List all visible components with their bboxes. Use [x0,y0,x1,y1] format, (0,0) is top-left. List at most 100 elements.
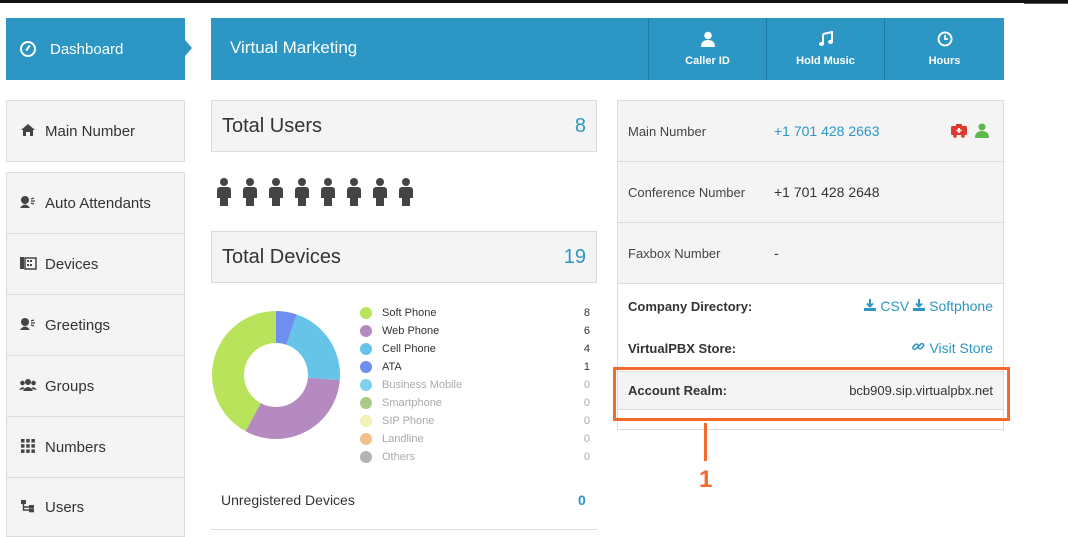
top-border [0,0,1068,3]
main-number-label: Main Number [628,123,707,139]
directory-links: CSV Softphone [864,298,993,314]
sidebar-item-label: Main Number [45,122,136,140]
sidebar-item-label: Greetings [45,316,111,334]
legend-count: 0 [583,415,590,427]
total-users-label: Total Users [222,115,323,137]
sidebar-item-greetings[interactable]: Greetings [6,294,185,356]
hours-button[interactable]: Hours [884,18,1004,80]
legend-item: Landline 0 [360,430,590,448]
sidebar-item-dashboard[interactable]: Dashboard [6,18,185,80]
person-icon [240,178,266,206]
group-icon [17,378,39,395]
callout-highlight-box [613,367,1010,421]
callout-number: 1 [699,466,713,493]
sidebar-item-label: Groups [45,377,95,395]
legend-item: ATA 1 [360,358,590,376]
sidebar-item-groups[interactable]: Groups [6,355,185,417]
legend-label: Soft Phone [382,307,437,319]
sidebar-item-label: Numbers [45,438,106,456]
faxbox-number-row: Faxbox Number - [618,223,1003,284]
person-icon [370,178,396,206]
legend-label: Web Phone [382,325,440,337]
visit-store-link[interactable]: Visit Store [929,340,993,356]
sidebar-item-label: Dashboard [50,40,124,58]
devices-legend: Soft Phone 8 Web Phone 6 Cell Phone 4 ATA 1 Busi… [360,304,590,466]
legend-count: 6 [583,325,590,337]
person-icon [344,178,370,206]
caller-id-button[interactable]: Caller ID [648,18,766,80]
sidebar-item-label: Devices [45,255,99,273]
legend-item: Smartphone 0 [360,394,590,412]
legend-count: 0 [583,433,590,445]
store-label: VirtualPBX Store: [628,340,737,356]
person-icon [292,178,318,206]
legend-item: Business Mobile 0 [360,376,590,394]
legend-count: 1 [583,361,590,373]
hold-music-label: Hold Music [796,55,855,67]
total-users-count: 8 [574,115,586,137]
legend-item: Web Phone 6 [360,322,590,340]
legend-count: 0 [583,397,590,409]
company-directory-row: Company Directory: CSV Softphone [618,288,1003,324]
csv-link[interactable]: CSV [880,298,909,314]
sidebar-item-numbers[interactable]: Numbers [6,416,185,478]
download-icon [913,298,926,314]
legend-label: Landline [382,433,424,445]
user-icon[interactable] [975,123,989,138]
hold-music-button[interactable]: Hold Music [766,18,884,80]
legend-item: Others 0 [360,448,590,466]
sidebar-item-devices[interactable]: Devices [6,233,185,295]
legend-swatch [360,451,372,463]
softphone-link[interactable]: Softphone [929,298,993,314]
main-number-link[interactable]: +1 701 428 2663 [774,123,880,139]
total-devices-label: Total Devices [222,246,341,268]
sidebar-item-auto-attendants[interactable]: Auto Attendants [6,172,185,234]
sidebar-item-label: Auto Attendants [45,194,151,212]
devices-donut-chart [211,311,340,439]
unregistered-devices-label: Unregistered Devices [221,492,355,508]
sidebar-item-main-number[interactable]: Main Number [6,100,185,162]
top-border-edge [1024,3,1068,4]
legend-label: Others [382,451,416,463]
main-number-row: Main Number +1 701 428 2663 [618,101,1003,162]
hours-label: Hours [928,55,961,67]
unregistered-devices-count[interactable]: 0 [578,492,586,508]
sidebar-item-users[interactable]: Users [6,477,185,537]
legend-count: 0 [583,451,590,463]
speaker-person-icon [17,195,39,212]
main-number-icons [950,123,989,138]
company-directory-label: Company Directory: [628,298,753,314]
legend-label: Cell Phone [382,343,436,355]
sitemap-icon [17,499,39,516]
conference-number-label: Conference Number [628,184,746,200]
legend-swatch [360,379,372,391]
legend-swatch [360,397,372,409]
total-users-panel: Total Users 8 [211,100,597,152]
users-figure-row [214,178,422,206]
callout-pointer-line [704,423,707,461]
dashboard-icon [20,41,36,57]
legend-label: Smartphone [382,397,442,409]
clock-icon [937,31,953,49]
donut-slice-web-phone [245,377,340,439]
link-icon [912,340,925,356]
legend-swatch [360,361,372,373]
conference-number-row: Conference Number +1 701 428 2648 [618,162,1003,223]
page-header: Virtual Marketing Caller ID Hold Music H… [211,18,1004,80]
conference-number-value: +1 701 428 2648 [774,184,880,200]
divider [211,529,597,530]
ambulance-icon[interactable] [950,123,968,138]
person-icon [214,178,240,206]
legend-swatch [360,307,372,319]
user-icon [700,31,716,49]
legend-swatch [360,325,372,337]
legend-count: 8 [583,307,590,319]
speaker-person-icon [17,317,39,334]
legend-count: 0 [583,379,590,391]
legend-item: Cell Phone 4 [360,340,590,358]
person-icon [396,178,422,206]
legend-label: SIP Phone [382,415,435,427]
sidebar-item-label: Users [45,498,85,516]
faxbox-number-value: - [774,245,779,261]
legend-item: Soft Phone 8 [360,304,590,322]
